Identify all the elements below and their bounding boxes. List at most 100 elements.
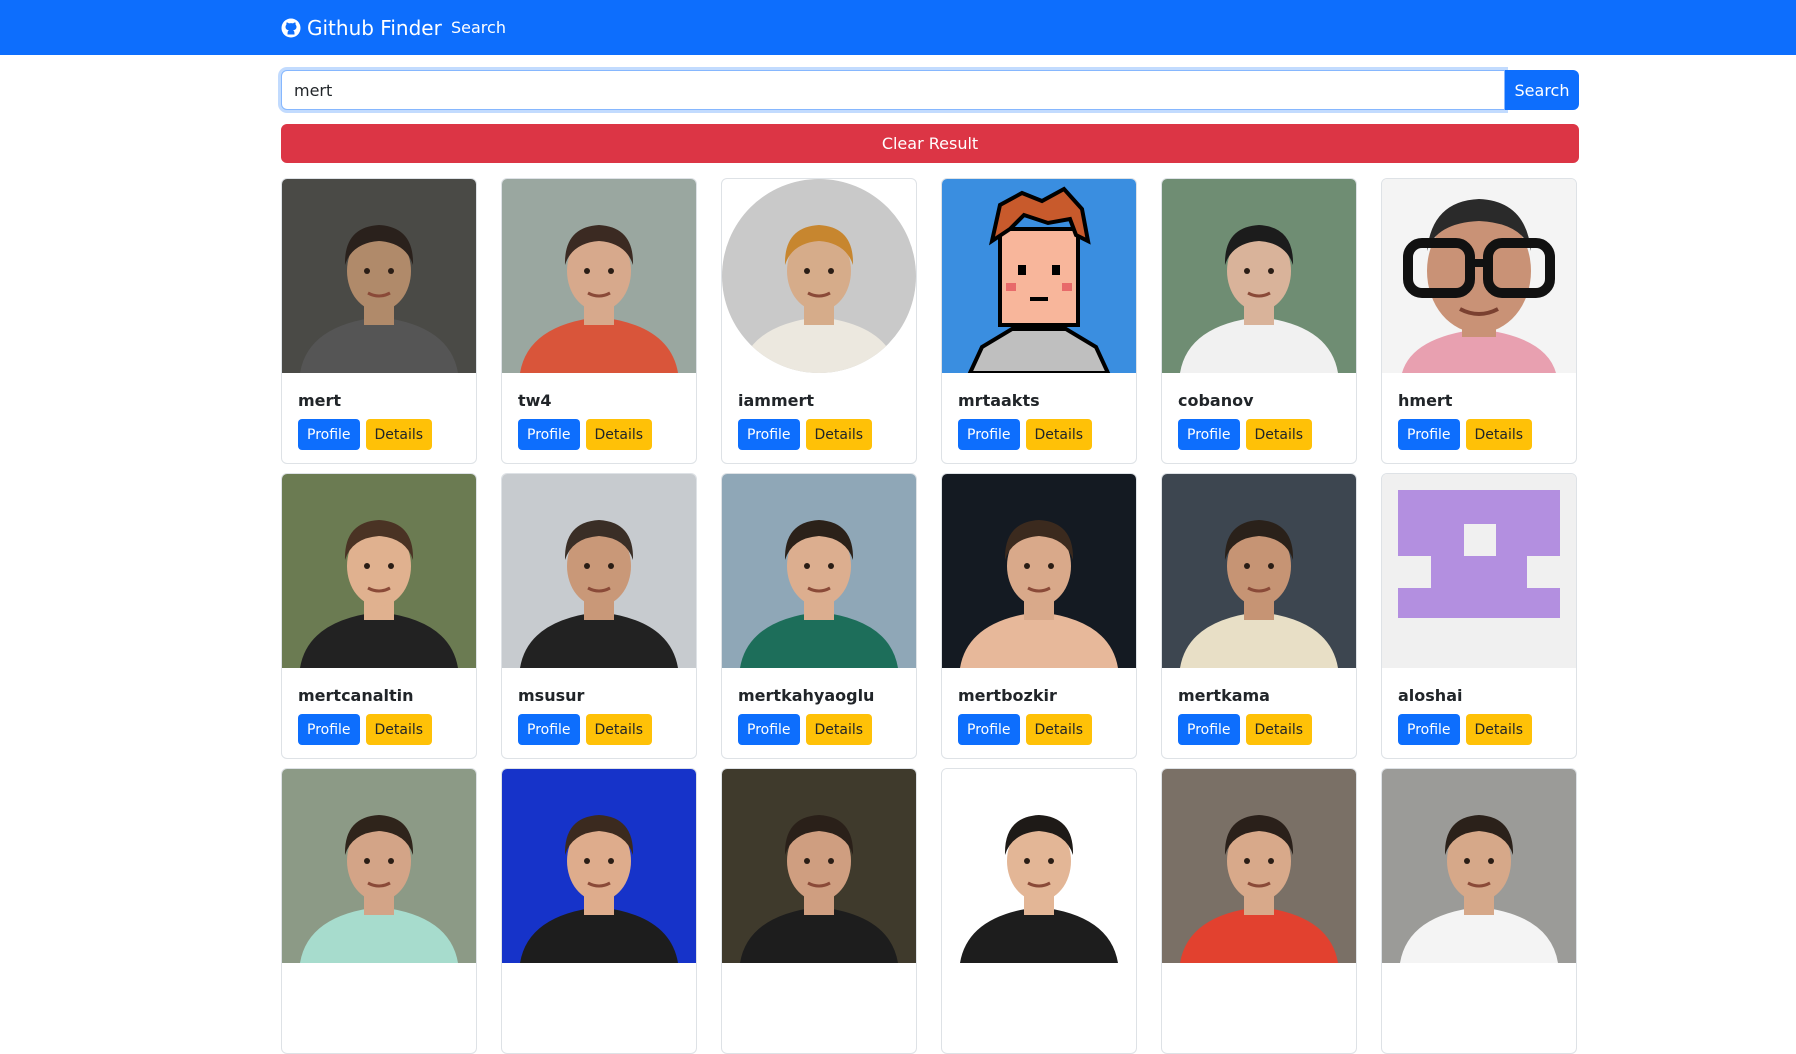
username: cobanov xyxy=(1178,391,1254,410)
search-input[interactable] xyxy=(281,70,1505,110)
navbar: Github Finder Search xyxy=(0,0,1796,55)
user-avatar xyxy=(282,179,476,373)
brand-name: Github Finder xyxy=(307,15,442,40)
user-card xyxy=(1161,768,1357,1054)
username: mertkama xyxy=(1178,686,1270,705)
profile-button[interactable]: Profile xyxy=(298,419,360,450)
user-card: mert Profile Details xyxy=(281,178,477,464)
card-actions: Profile Details xyxy=(1398,419,1533,450)
profile-button[interactable]: Profile xyxy=(518,419,580,450)
user-avatar xyxy=(1162,769,1356,963)
details-button[interactable]: Details xyxy=(805,419,873,450)
user-card: iammert Profile Details xyxy=(721,178,917,464)
card-body: mrtaakts Profile Details xyxy=(958,391,1093,450)
user-avatar xyxy=(722,179,916,373)
user-avatar xyxy=(1162,179,1356,373)
card-actions: Profile Details xyxy=(958,714,1093,745)
card-body: tw4 Profile Details xyxy=(518,391,653,450)
details-button[interactable]: Details xyxy=(1025,714,1093,745)
card-actions: Profile Details xyxy=(958,419,1093,450)
card-actions: Profile Details xyxy=(1398,714,1533,745)
user-card xyxy=(941,768,1137,1054)
profile-button[interactable]: Profile xyxy=(738,714,800,745)
username: mert xyxy=(298,391,342,410)
username: mertbozkir xyxy=(958,686,1057,705)
username: mrtaakts xyxy=(958,391,1040,410)
username: hmert xyxy=(1398,391,1453,410)
user-card: mertkama Profile Details xyxy=(1161,473,1357,759)
username: iammert xyxy=(738,391,815,410)
user-avatar xyxy=(502,179,696,373)
card-body: mertkama Profile Details xyxy=(1178,686,1313,745)
user-grid: mert Profile Details tw4 Profile Details iam… xyxy=(281,178,1579,1054)
user-card: aloshai Profile Details xyxy=(1381,473,1577,759)
user-card: tw4 Profile Details xyxy=(501,178,697,464)
card-actions: Profile Details xyxy=(298,419,433,450)
card-actions: Profile Details xyxy=(738,714,874,745)
clear-result-button[interactable]: Clear Result xyxy=(281,124,1579,163)
details-button[interactable]: Details xyxy=(365,419,433,450)
details-button[interactable]: Details xyxy=(585,714,653,745)
user-card: msusur Profile Details xyxy=(501,473,697,759)
nav-link-search[interactable]: Search xyxy=(451,0,506,55)
username: aloshai xyxy=(1398,686,1463,705)
details-button[interactable]: Details xyxy=(585,419,653,450)
profile-button[interactable]: Profile xyxy=(1398,419,1460,450)
card-body: iammert Profile Details xyxy=(738,391,873,450)
profile-button[interactable]: Profile xyxy=(958,714,1020,745)
details-button[interactable]: Details xyxy=(1465,419,1533,450)
user-avatar xyxy=(502,769,696,963)
user-avatar xyxy=(1382,769,1576,963)
user-card: mertbozkir Profile Details xyxy=(941,473,1137,759)
profile-button[interactable]: Profile xyxy=(1178,419,1240,450)
username: mertkahyaoglu xyxy=(738,686,875,705)
profile-button[interactable]: Profile xyxy=(1178,714,1240,745)
details-button[interactable]: Details xyxy=(1245,419,1313,450)
user-card: cobanov Profile Details xyxy=(1161,178,1357,464)
details-button[interactable]: Details xyxy=(1245,714,1313,745)
user-card xyxy=(501,768,697,1054)
user-avatar xyxy=(502,474,696,668)
profile-button[interactable]: Profile xyxy=(518,714,580,745)
details-button[interactable]: Details xyxy=(365,714,433,745)
user-card: hmert Profile Details xyxy=(1381,178,1577,464)
card-body: mertbozkir Profile Details xyxy=(958,686,1093,745)
card-body: mertkahyaoglu Profile Details xyxy=(738,686,874,745)
card-body: msusur Profile Details xyxy=(518,686,653,745)
user-avatar xyxy=(1382,474,1576,668)
username: tw4 xyxy=(518,391,552,410)
user-card xyxy=(281,768,477,1054)
profile-button[interactable]: Profile xyxy=(1398,714,1460,745)
details-button[interactable]: Details xyxy=(1465,714,1533,745)
user-card xyxy=(1381,768,1577,1054)
user-avatar xyxy=(722,769,916,963)
profile-button[interactable]: Profile xyxy=(298,714,360,745)
card-body: mertcanaltin Profile Details xyxy=(298,686,433,745)
card-actions: Profile Details xyxy=(298,714,433,745)
user-card: mertkahyaoglu Profile Details xyxy=(721,473,917,759)
user-avatar xyxy=(1162,474,1356,668)
user-avatar xyxy=(1382,179,1576,373)
card-actions: Profile Details xyxy=(738,419,873,450)
card-actions: Profile Details xyxy=(518,714,653,745)
search-form: Search xyxy=(281,70,1579,110)
user-avatar xyxy=(282,769,476,963)
user-avatar xyxy=(942,769,1136,963)
profile-button[interactable]: Profile xyxy=(958,419,1020,450)
details-button[interactable]: Details xyxy=(805,714,873,745)
user-avatar xyxy=(722,474,916,668)
card-actions: Profile Details xyxy=(1178,419,1313,450)
profile-button[interactable]: Profile xyxy=(738,419,800,450)
card-body: cobanov Profile Details xyxy=(1178,391,1313,450)
search-button[interactable]: Search xyxy=(1505,70,1579,110)
details-button[interactable]: Details xyxy=(1025,419,1093,450)
user-avatar xyxy=(942,179,1136,373)
card-actions: Profile Details xyxy=(1178,714,1313,745)
card-body: aloshai Profile Details xyxy=(1398,686,1533,745)
card-body: mert Profile Details xyxy=(298,391,433,450)
user-card xyxy=(721,768,917,1054)
brand[interactable]: Github Finder xyxy=(281,0,442,55)
user-avatar xyxy=(942,474,1136,668)
user-card: mrtaakts Profile Details xyxy=(941,178,1137,464)
user-card: mertcanaltin Profile Details xyxy=(281,473,477,759)
